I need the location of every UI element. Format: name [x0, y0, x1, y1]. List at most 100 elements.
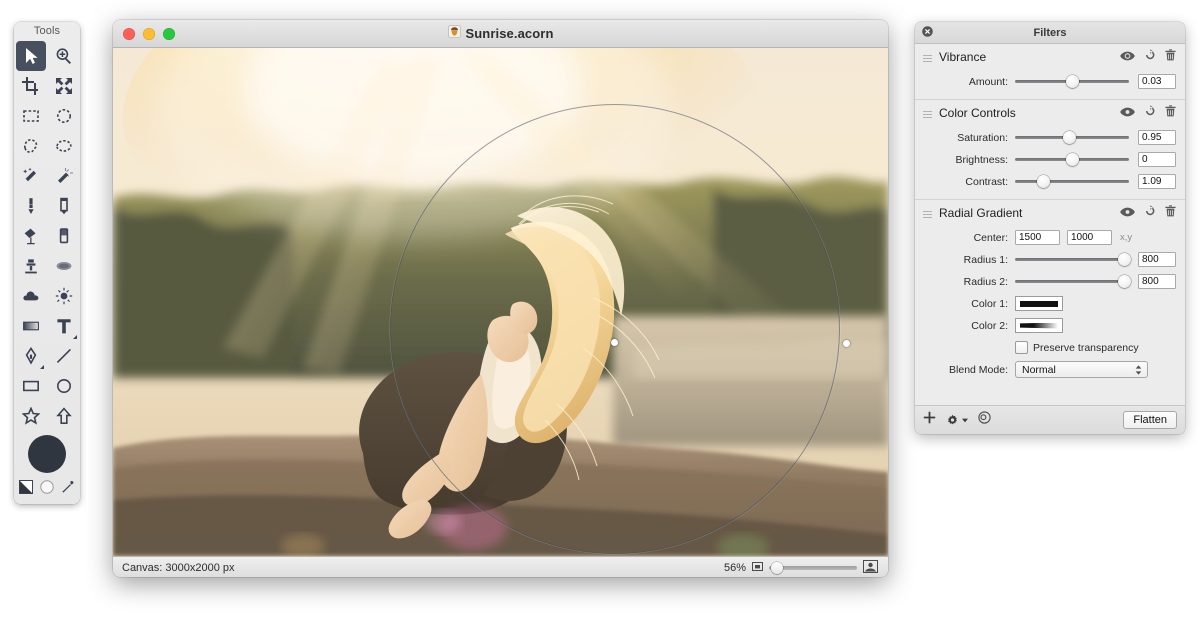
center-y-field[interactable]: 1000 — [1067, 230, 1112, 245]
crop-tool[interactable] — [16, 71, 46, 101]
radius-1-slider[interactable] — [1015, 252, 1131, 267]
saturation-slider[interactable] — [1015, 130, 1129, 145]
magic-wand-tool[interactable] — [16, 161, 46, 191]
center-x-field[interactable]: 1500 — [1015, 230, 1060, 245]
filter-row-amount: Amount: 0.03 — [915, 71, 1185, 92]
slider-track[interactable] — [1015, 258, 1129, 261]
default-colors-icon[interactable] — [40, 480, 54, 499]
tools-bottom-row — [19, 480, 75, 499]
filter-header[interactable]: Color Controls — [915, 100, 1185, 126]
filter-header[interactable]: Vibrance — [915, 44, 1185, 70]
zoom-tool[interactable] — [49, 41, 79, 71]
dodge-tool[interactable] — [49, 281, 79, 311]
target-preset-icon[interactable] — [978, 411, 991, 429]
pencil-tool[interactable] — [49, 191, 79, 221]
radius-2-slider[interactable] — [1015, 274, 1131, 289]
gradient-tool[interactable] — [16, 311, 46, 341]
slider-thumb[interactable] — [1117, 252, 1131, 266]
eye-icon[interactable] — [1120, 104, 1135, 122]
canvas-photo — [113, 48, 888, 556]
amount-slider[interactable] — [1015, 74, 1129, 89]
drag-grip-icon[interactable] — [923, 208, 932, 218]
radius-handle-dot[interactable] — [843, 340, 850, 347]
zoom-button[interactable] — [163, 27, 175, 40]
filters-panel-footer: Flatten — [915, 405, 1185, 434]
flatten-button[interactable]: Flatten — [1123, 411, 1177, 429]
freehand-select-tool[interactable] — [49, 131, 79, 161]
center-handle-dot[interactable] — [611, 339, 618, 346]
brightness-slider[interactable] — [1015, 152, 1129, 167]
drag-grip-icon[interactable] — [923, 52, 932, 62]
minimize-button[interactable] — [143, 27, 155, 40]
foreground-color-swatch[interactable] — [28, 435, 66, 473]
drag-grip-icon[interactable] — [923, 108, 932, 118]
filters-panel-title: Filters — [1033, 26, 1067, 39]
large-image-icon[interactable] — [863, 560, 878, 576]
amount-value-field[interactable]: 0.03 — [1138, 74, 1176, 89]
eraser-tool[interactable] — [49, 221, 79, 251]
text-tool-options-triangle[interactable] — [72, 335, 77, 339]
eyedropper-icon[interactable] — [61, 480, 75, 499]
filter-header[interactable]: Radial Gradient — [915, 200, 1185, 226]
smudge-tool[interactable] — [49, 251, 79, 281]
paint-bucket-tool[interactable] — [16, 221, 46, 251]
slider-thumb[interactable] — [1117, 274, 1131, 288]
canvas-size-label: Canvas: 3000x2000 px — [122, 562, 235, 574]
rectangular-select-tool[interactable] — [16, 101, 46, 131]
clone-stamp-tool[interactable] — [16, 251, 46, 281]
zoom-slider-thumb[interactable] — [771, 562, 783, 574]
eye-icon[interactable] — [1120, 48, 1135, 66]
bezier-pen-tool[interactable] — [16, 341, 46, 371]
contrast-value-field[interactable]: 1.09 — [1138, 174, 1176, 189]
star-shape-tool[interactable] — [16, 401, 46, 431]
arrow-shape-tool[interactable] — [49, 401, 79, 431]
document-title: Sunrise.acorn — [465, 26, 554, 41]
slider-thumb[interactable] — [1065, 152, 1079, 166]
transform-tool[interactable] — [49, 71, 79, 101]
instant-alpha-tool[interactable] — [49, 161, 79, 191]
rectangle-shape-tool[interactable] — [16, 371, 46, 401]
saturation-value-field[interactable]: 0.95 — [1138, 130, 1176, 145]
color-2-swatch[interactable] — [1015, 318, 1063, 333]
slider-track[interactable] — [1015, 180, 1129, 183]
plus-icon[interactable] — [923, 411, 936, 429]
reset-arrow-icon[interactable] — [1144, 48, 1156, 66]
swap-colors-icon[interactable] — [19, 480, 33, 499]
close-button[interactable] — [123, 27, 135, 40]
close-circle-icon[interactable] — [922, 24, 933, 42]
canvas-area[interactable] — [113, 48, 888, 556]
reset-arrow-icon[interactable] — [1144, 104, 1156, 122]
filter-row-brightness: Brightness: 0 — [915, 149, 1185, 170]
reset-arrow-icon[interactable] — [1144, 204, 1156, 222]
gear-dropdown-icon[interactable] — [946, 414, 968, 427]
slider-thumb[interactable] — [1037, 174, 1050, 188]
move-tool[interactable] — [15, 41, 46, 71]
trash-icon[interactable] — [1165, 48, 1176, 66]
small-image-icon[interactable] — [752, 561, 763, 575]
filter-row-saturation: Saturation: 0.95 — [915, 127, 1185, 148]
ellipse-shape-tool[interactable] — [49, 371, 79, 401]
radius-1-value-field[interactable]: 800 — [1138, 252, 1176, 267]
color-1-swatch[interactable] — [1015, 296, 1063, 311]
pen-tool-options-triangle[interactable] — [39, 365, 44, 369]
slider-thumb[interactable] — [1063, 130, 1077, 144]
eye-icon[interactable] — [1120, 204, 1135, 222]
brightness-value-field[interactable]: 0 — [1138, 152, 1176, 167]
contrast-slider[interactable] — [1015, 174, 1129, 189]
blur-tool[interactable] — [16, 281, 46, 311]
line-tool[interactable] — [49, 341, 79, 371]
trash-icon[interactable] — [1165, 204, 1176, 222]
radius-2-value-field[interactable]: 800 — [1138, 274, 1176, 289]
preserve-transparency-checkbox[interactable] — [1015, 341, 1028, 354]
polygon-select-tool[interactable] — [16, 131, 46, 161]
zoom-slider[interactable] — [769, 562, 857, 574]
blend-mode-select[interactable]: Normal — [1015, 361, 1148, 378]
slider-track[interactable] — [1015, 280, 1129, 283]
brush-tool[interactable] — [16, 191, 46, 221]
slider-thumb[interactable] — [1065, 74, 1079, 88]
text-tool[interactable] — [49, 311, 79, 341]
document-titlebar[interactable]: Sunrise.acorn — [113, 20, 888, 48]
elliptical-select-tool[interactable] — [49, 101, 79, 131]
preserve-transparency-label: Preserve transparency — [1033, 341, 1139, 354]
trash-icon[interactable] — [1165, 104, 1176, 122]
